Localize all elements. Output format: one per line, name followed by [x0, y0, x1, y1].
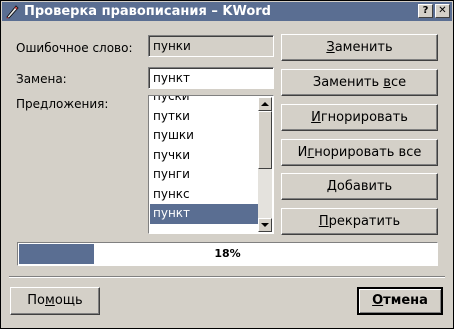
replace-button[interactable]: Заменить: [281, 34, 438, 61]
suggestions-items: пуски путки пушки пучки пунги пункс пункт: [150, 96, 260, 224]
replace-all-label-post: се: [390, 75, 407, 90]
help-mnemonic: м: [45, 293, 55, 308]
ignore-button[interactable]: Игнорировать: [281, 104, 438, 131]
replace-all-label-pre: Заменить: [312, 75, 384, 90]
replace-all-mnemonic: в: [383, 75, 391, 90]
cancel-label-post: тмена: [383, 293, 428, 308]
replace-all-button[interactable]: Заменить все: [281, 69, 438, 96]
suggestion-item[interactable]: пунги: [150, 165, 260, 185]
ignore-all-label-pre: И: [297, 145, 308, 160]
suggestions-label: Предложения:: [16, 97, 109, 111]
misspelled-word-field: пунки: [148, 35, 274, 57]
suggestion-item[interactable]: пуски: [150, 96, 260, 107]
suggestion-item[interactable]: пункс: [150, 185, 260, 205]
progress-text: 18%: [214, 247, 241, 260]
ignore-all-label-post: норировать все: [314, 145, 422, 160]
progress-bar: 18%: [17, 242, 438, 266]
help-title-button[interactable]: ?: [418, 4, 433, 18]
separator: [9, 276, 445, 278]
stop-button[interactable]: Прекратить: [281, 208, 438, 235]
scroll-up-button[interactable]: [258, 97, 272, 111]
suggestions-list[interactable]: пуски путки пушки пучки пунги пункс пункт: [148, 95, 274, 234]
add-label-post: обавить: [336, 179, 393, 194]
close-title-button[interactable]: ✕: [435, 4, 450, 18]
misspelled-word-label: Ошибочное слово:: [16, 41, 133, 55]
replace-mnemonic: З: [326, 40, 335, 55]
help-label-pre: По: [27, 293, 46, 308]
window-title: Проверка правописания – KWord: [24, 4, 271, 19]
ignore-label-post: гнорировать: [320, 110, 408, 125]
cancel-mnemonic: О: [372, 293, 384, 308]
help-icon: ?: [422, 5, 429, 16]
ignore-all-button[interactable]: Игнорировать все: [281, 139, 438, 166]
stop-mnemonic: П: [318, 214, 329, 229]
help-label-post: ощь: [54, 293, 83, 308]
scroll-down-button[interactable]: [258, 218, 272, 232]
suggestion-item[interactable]: пушки: [150, 126, 260, 146]
help-button[interactable]: Помощь: [10, 287, 100, 315]
spellcheck-dialog: Проверка правописания – KWord ? ✕ Ошибоч…: [0, 0, 454, 329]
add-button[interactable]: Добавить: [281, 173, 438, 200]
stop-label-post: рекратить: [328, 214, 401, 229]
arrow-down-icon: [261, 223, 269, 227]
replacement-label: Замена:: [16, 72, 67, 86]
suggestion-item[interactable]: путки: [150, 107, 260, 127]
suggestion-item[interactable]: пункт: [150, 204, 260, 224]
replace-label-post: аменить: [334, 40, 393, 55]
close-icon: ✕: [438, 5, 447, 16]
title-bar[interactable]: Проверка правописания – KWord ? ✕: [2, 2, 452, 21]
cancel-button[interactable]: Отмена: [357, 287, 443, 315]
add-mnemonic: Д: [326, 179, 337, 194]
scroll-thumb[interactable]: [258, 111, 272, 169]
arrow-up-icon: [261, 102, 269, 106]
ignore-mnemonic: И: [311, 110, 321, 125]
suggestions-scrollbar[interactable]: [258, 97, 272, 232]
kword-app-icon: [6, 5, 19, 19]
replacement-input[interactable]: пункт: [148, 67, 274, 89]
suggestion-item[interactable]: пучки: [150, 146, 260, 166]
